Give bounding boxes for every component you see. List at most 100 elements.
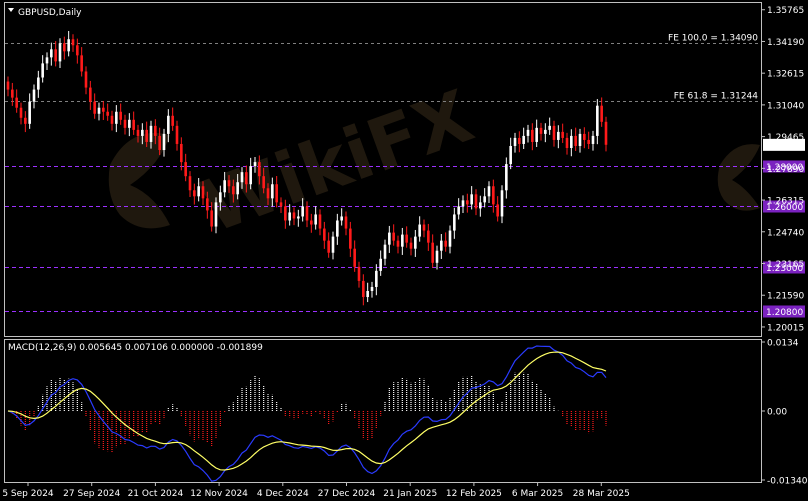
bear-candle [262, 176, 265, 189]
bear-candle [357, 266, 361, 281]
bull-candle [509, 145, 512, 165]
bull-candle [219, 192, 222, 203]
bull-candle [50, 49, 53, 58]
bear-candle [349, 228, 352, 249]
bull-candle [370, 286, 374, 291]
bear-candle [444, 240, 447, 247]
bear-candle [89, 87, 92, 102]
bear-candle [71, 39, 75, 46]
bull-candle [570, 135, 573, 148]
price-tick-label: 1.20015 [767, 323, 804, 333]
bear-candle [123, 119, 127, 128]
bear-candle [422, 224, 426, 231]
bear-candle [119, 111, 122, 120]
bear-candle [474, 194, 478, 209]
bull-candle [418, 224, 421, 237]
bull-candle [115, 111, 118, 124]
bear-candle [362, 280, 365, 298]
bear-candle [201, 186, 205, 199]
bear-candle [175, 125, 179, 144]
price-tick-label: 1.24740 [767, 228, 804, 238]
time-tick-label: 4 Dec 2024 [257, 489, 309, 499]
bear-candle [552, 125, 556, 140]
fib-level-label: FE 100.0 = 1.34090 [668, 34, 758, 44]
bear-candle [279, 202, 283, 207]
bull-candle [522, 135, 525, 144]
bull-candle [167, 115, 170, 134]
bull-candle [32, 89, 36, 102]
bear-candle [84, 71, 88, 88]
bear-candle [310, 220, 313, 225]
bull-candle [483, 196, 486, 203]
bear-candle [76, 45, 79, 56]
bear-candle [63, 43, 66, 52]
support-level-label: 1.20800 [766, 308, 803, 318]
gbpusd-daily-chart: WikiFX GBPUSD,Daily FE 100.0 = 1.34090 FE… [2, 2, 808, 499]
time-tick-label: 12 Feb 2025 [446, 489, 502, 499]
bull-candle [414, 236, 417, 249]
bear-candle [193, 190, 196, 197]
fib-level-label: FE 61.8 = 1.31244 [674, 92, 759, 102]
bull-candle [336, 220, 339, 237]
bear-candle [604, 121, 608, 145]
bear-candle [323, 228, 326, 241]
bull-candle [301, 206, 304, 217]
bull-candle [67, 39, 70, 52]
current-price-label: 1.29056 [766, 141, 803, 151]
bear-candle [145, 129, 148, 142]
bear-candle [184, 162, 187, 177]
bear-candle [427, 230, 430, 243]
bear-candle [518, 137, 521, 144]
bear-candle [284, 206, 287, 221]
bull-candle [28, 101, 31, 124]
bull-candle [500, 190, 504, 217]
bear-candle [180, 143, 183, 163]
watermark-logo: WikiFX [108, 74, 760, 249]
bull-candle [340, 216, 343, 221]
bear-candle [154, 125, 157, 136]
bull-candle [58, 43, 62, 62]
bear-candle [54, 49, 57, 62]
bull-candle [448, 230, 452, 247]
bull-candle [249, 166, 252, 185]
bull-candle [513, 137, 517, 146]
bull-candle [578, 133, 582, 146]
bear-candle [206, 198, 209, 211]
bear-candle [188, 176, 192, 191]
bear-candle [392, 232, 395, 241]
dropdown-arrow-icon[interactable] [8, 8, 14, 12]
time-tick-label: 6 Mar 2025 [512, 489, 563, 499]
bull-candle [162, 133, 166, 151]
bear-candle [531, 129, 534, 142]
time-tick-label: 27 Dec 2024 [318, 489, 376, 499]
bear-candle [232, 186, 235, 195]
price-tick-label: 1.21590 [767, 292, 804, 302]
bull-candle [470, 194, 473, 205]
price-tick-label: 1.35765 [767, 6, 804, 16]
bear-candle [292, 212, 296, 219]
bear-candle [344, 216, 348, 229]
bear-candle [258, 162, 261, 177]
price-tick-label: 1.34190 [767, 38, 804, 48]
bear-candle [93, 101, 96, 114]
bull-candle [479, 202, 482, 209]
bear-candle [102, 107, 105, 112]
chart-title: GBPUSD,Daily [18, 8, 82, 18]
bear-candle [245, 172, 248, 185]
macd-tick-label: 0.0134 [767, 339, 799, 349]
bull-candle [149, 125, 153, 142]
bear-candle [587, 139, 590, 144]
bear-candle [275, 184, 278, 203]
bull-candle [379, 258, 382, 271]
macd-label: MACD(12,26,9) 0.005645 0.007106 0.000000… [8, 343, 263, 353]
bull-candle [240, 172, 244, 183]
bear-candle [136, 129, 140, 136]
bear-candle [171, 115, 174, 126]
bear-candle [561, 131, 564, 138]
bear-candle [24, 117, 27, 124]
bear-candle [318, 214, 322, 229]
bull-candle [461, 200, 465, 207]
bull-candle [271, 184, 274, 199]
bull-candle [457, 206, 460, 215]
macd-tick-label: 0.00 [767, 408, 787, 418]
